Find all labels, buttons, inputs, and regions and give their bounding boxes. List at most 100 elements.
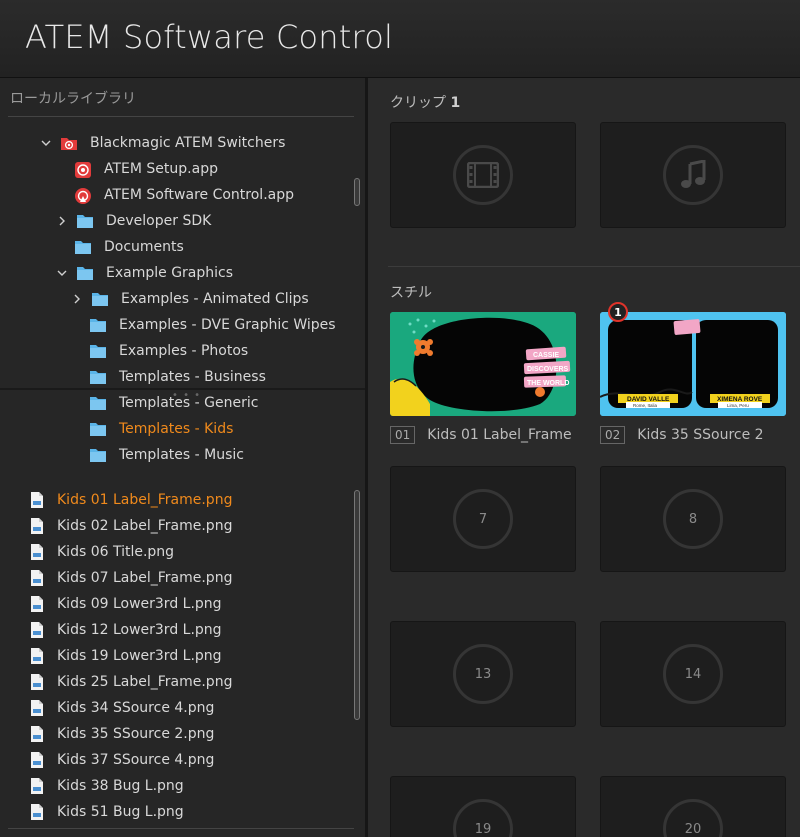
film-icon xyxy=(467,162,499,188)
png-file-icon xyxy=(30,595,44,613)
tree-item-atem-software-control-app[interactable]: ATEM Software Control.app xyxy=(74,182,294,208)
tree-item-label: ATEM Software Control.app xyxy=(104,187,294,203)
file-label: Kids 06 Title.png xyxy=(57,544,175,560)
file-list-bottom-divider xyxy=(8,828,354,829)
thumb-text-1: CASSIE xyxy=(533,352,559,359)
tree-scrollbar[interactable] xyxy=(354,178,360,206)
still-slot-7[interactable]: 7 xyxy=(390,466,576,572)
clip-slot-circle xyxy=(663,145,723,205)
media-pool-panel: クリップ 1 スチル CASSIE DISCOVERS THE WORLD 01… xyxy=(368,78,800,837)
png-file-icon xyxy=(30,569,44,587)
file-label: Kids 01 Label_Frame.png xyxy=(57,492,233,508)
file-item[interactable]: Kids 12 Lower3rd L.png xyxy=(30,617,222,643)
file-item[interactable]: Kids 51 Bug L.png xyxy=(30,799,184,825)
tree-item-label: Example Graphics xyxy=(106,265,234,281)
file-item[interactable]: Kids 01 Label_Frame.png xyxy=(30,487,232,513)
still-name: Kids 01 Label_Frame xyxy=(427,427,572,443)
chevron-down-icon[interactable] xyxy=(40,137,52,149)
chevron-down-icon[interactable] xyxy=(56,267,68,279)
music-note-icon xyxy=(679,160,707,190)
slot-number: 14 xyxy=(663,644,723,704)
file-item[interactable]: Kids 06 Title.png xyxy=(30,539,174,565)
tree-item-label: Developer SDK xyxy=(106,213,212,229)
png-file-icon xyxy=(30,751,44,769)
tree-item-templates-music[interactable]: Templates - Music xyxy=(89,442,244,464)
file-item[interactable]: Kids 02 Label_Frame.png xyxy=(30,513,232,539)
still-number: 02 xyxy=(600,426,626,444)
atem-setup-app-icon xyxy=(74,161,92,178)
stills-section-label: スチル xyxy=(390,285,432,301)
file-label: Kids 25 Label_Frame.png xyxy=(57,674,233,690)
png-file-icon xyxy=(30,647,44,665)
still-thumbnail-02[interactable]: DAVID VALLE Rome, Italia XIMENA ROVE Lim… xyxy=(600,312,786,416)
kids-label-frame-graphic: CASSIE DISCOVERS THE WORLD xyxy=(390,312,576,416)
tree-item-atem-setup-app[interactable]: ATEM Setup.app xyxy=(74,156,218,182)
chevron-right-icon[interactable] xyxy=(71,293,83,305)
folder-icon xyxy=(74,239,92,255)
file-label: Kids 07 Label_Frame.png xyxy=(57,570,233,586)
file-item[interactable]: Kids 37 SSource 4.png xyxy=(30,747,214,773)
still-name: Kids 35 SSource 2 xyxy=(637,427,764,443)
clip-slot-audio[interactable] xyxy=(600,122,786,228)
png-file-icon xyxy=(30,699,44,717)
file-item[interactable]: Kids 25 Label_Frame.png xyxy=(30,669,232,695)
still-slot-19[interactable]: 19 xyxy=(390,776,576,837)
tree-item-label: Examples - Photos xyxy=(119,343,249,359)
tree-item-examples-dve-graphic-wipes[interactable]: Examples - DVE Graphic Wipes xyxy=(89,312,336,338)
file-label: Kids 51 Bug L.png xyxy=(57,804,184,820)
folder-icon xyxy=(76,265,94,281)
atem-folder-icon xyxy=(60,135,78,151)
still-slot-13[interactable]: 13 xyxy=(390,621,576,727)
file-item[interactable]: Kids 07 Label_Frame.png xyxy=(30,565,232,591)
file-label: Kids 12 Lower3rd L.png xyxy=(57,622,222,638)
tree-item-label: Examples - DVE Graphic Wipes xyxy=(119,317,336,333)
file-item[interactable]: Kids 34 SSource 4.png xyxy=(30,695,214,721)
app-title: ATEM Software Control xyxy=(25,18,394,56)
still-slot-20[interactable]: 20 xyxy=(600,776,786,837)
clip-section-number: 1 xyxy=(450,95,461,111)
still-slot-14[interactable]: 14 xyxy=(600,621,786,727)
clip-slot-video[interactable] xyxy=(390,122,576,228)
folder-icon xyxy=(89,317,107,333)
file-label: Kids 38 Bug L.png xyxy=(57,778,184,794)
thumb-name-left: DAVID VALLE xyxy=(627,396,670,403)
tree-item-label: Templates - Business xyxy=(119,369,266,385)
splitter-handle[interactable]: • • • xyxy=(172,390,201,401)
tree-item-label: Blackmagic ATEM Switchers xyxy=(90,135,286,151)
tree-item-blackmagic-atem-switchers[interactable]: Blackmagic ATEM Switchers xyxy=(40,130,285,156)
file-item[interactable]: Kids 38 Bug L.png xyxy=(30,773,184,799)
file-item[interactable]: Kids 35 SSource 2.png xyxy=(30,721,214,747)
folder-icon xyxy=(89,421,107,437)
file-item[interactable]: Kids 19 Lower3rd L.png xyxy=(30,643,222,669)
atem-control-app-icon xyxy=(74,187,92,204)
section-divider xyxy=(388,266,800,267)
slot-number: 13 xyxy=(453,644,513,704)
tree-item-examples-photos[interactable]: Examples - Photos xyxy=(89,338,248,364)
png-file-icon xyxy=(30,673,44,691)
tree-item-example-graphics[interactable]: Example Graphics xyxy=(56,260,233,286)
title-bar: ATEM Software Control xyxy=(0,0,800,78)
file-label: Kids 09 Lower3rd L.png xyxy=(57,596,222,612)
folder-icon xyxy=(89,343,107,359)
thumb-place-left: Rome, Italia xyxy=(633,403,658,408)
tree-item-templates-kids[interactable]: Templates - Kids xyxy=(89,416,233,442)
clip-section-text: クリップ xyxy=(390,95,446,111)
tree-item-examples-animated-clips[interactable]: Examples - Animated Clips xyxy=(71,286,309,312)
tree-item-developer-sdk[interactable]: Developer SDK xyxy=(56,208,211,234)
png-file-icon xyxy=(30,725,44,743)
png-file-icon xyxy=(30,621,44,639)
folder-icon xyxy=(76,213,94,229)
file-label: Kids 34 SSource 4.png xyxy=(57,700,215,716)
png-file-icon xyxy=(30,491,44,509)
tree-item-templates-business[interactable]: Templates - Business xyxy=(89,364,266,390)
still-slot-8[interactable]: 8 xyxy=(600,466,786,572)
slot-number: 7 xyxy=(453,489,513,549)
still-thumbnail-01[interactable]: CASSIE DISCOVERS THE WORLD xyxy=(390,312,576,416)
chevron-right-icon[interactable] xyxy=(56,215,68,227)
thumb-text-2: DISCOVERS xyxy=(527,366,569,373)
tree-item-label: ATEM Setup.app xyxy=(104,161,218,177)
tree-item-documents[interactable]: Documents xyxy=(74,234,184,260)
png-file-icon xyxy=(30,543,44,561)
file-item[interactable]: Kids 09 Lower3rd L.png xyxy=(30,591,222,617)
file-list-scrollbar[interactable] xyxy=(354,490,360,720)
